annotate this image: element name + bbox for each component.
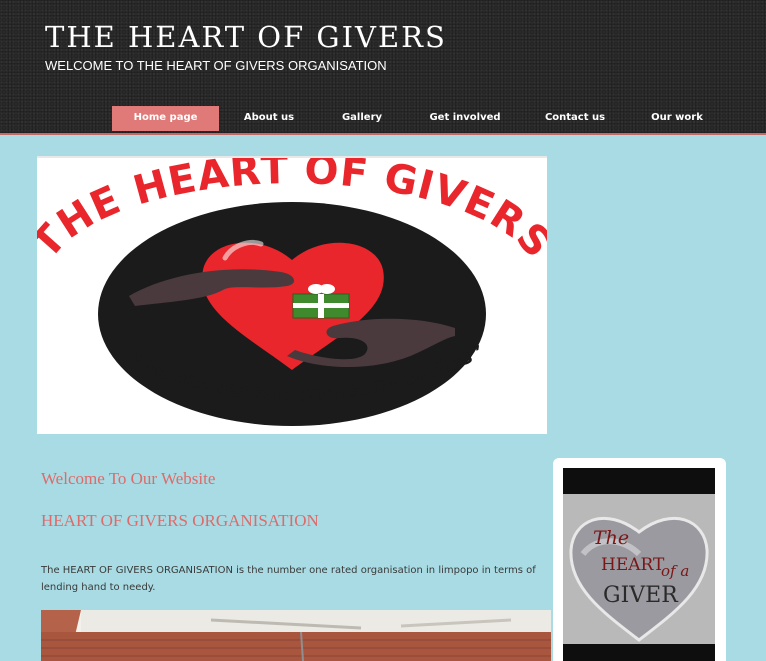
nav-item-contact[interactable]: Contact us [525,106,625,131]
site-title: THE HEART OF GIVERS [45,20,447,54]
nav-item-our-work[interactable]: Our work [625,106,729,131]
sidebar-text-giver: GIVER [603,583,679,608]
organisation-logo: THE HEART OF GIVERS “Be the reason someo… [37,156,547,434]
nav-item-home[interactable]: Home page [112,106,219,131]
sidebar-text-the: The [593,527,629,549]
room-photo [41,610,551,661]
organisation-heading: HEART OF GIVERS ORGANISATION [41,511,319,530]
site-subtitle: WELCOME TO THE HEART OF GIVERS ORGANISAT… [45,58,387,73]
intro-paragraph: The HEART OF GIVERS ORGANISATION is the … [41,565,536,593]
sidebar-text-heart: HEART [601,555,665,575]
sidebar-image-card: The HEART of a GIVER [553,458,726,661]
sidebar-text-of-a: of a [661,562,689,580]
nav-item-get-involved[interactable]: Get involved [405,106,525,131]
nav-item-gallery[interactable]: Gallery [319,106,405,131]
nav-item-about[interactable]: About us [219,106,319,131]
welcome-heading: Welcome To Our Website [41,469,216,488]
site-header: THE HEART OF GIVERS WELCOME TO THE HEART… [0,0,766,135]
